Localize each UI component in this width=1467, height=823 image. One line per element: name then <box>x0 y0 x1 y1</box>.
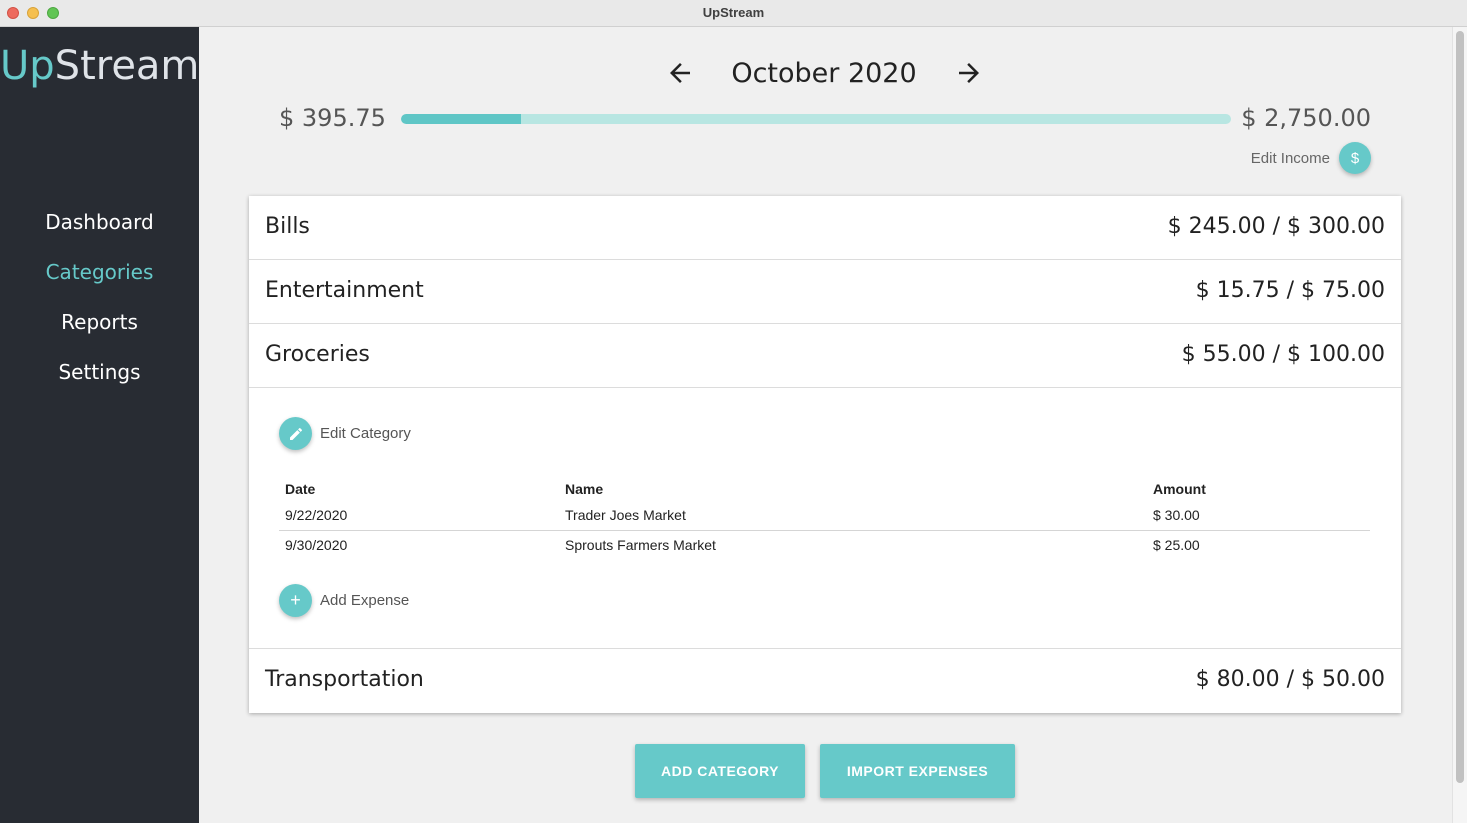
pencil-icon[interactable] <box>279 417 312 450</box>
category-name: Groceries <box>265 342 370 367</box>
sidebar-nav: Dashboard Categories Reports Settings <box>0 207 199 407</box>
bottom-actions: ADD CATEGORY IMPORT EXPENSES <box>635 744 1015 798</box>
expense-table: Date Name Amount 9/22/2020 Trader Joes M… <box>279 477 1370 559</box>
category-amount: $ 245.00 / $ 300.00 <box>1167 214 1385 239</box>
category-row-groceries[interactable]: Groceries $ 55.00 / $ 100.00 <box>249 324 1401 388</box>
table-row[interactable]: 9/30/2020 Sprouts Farmers Market $ 25.00 <box>279 530 1370 559</box>
window-title: UpStream <box>702 5 765 20</box>
groceries-detail-panel: Edit Category Date Name Amount 9/22/2020… <box>249 388 1401 649</box>
expense-name: Sprouts Farmers Market <box>565 536 716 553</box>
logo-prefix: Up <box>0 43 55 89</box>
arrow-left-icon <box>670 63 690 83</box>
plus-icon[interactable]: + <box>279 584 312 617</box>
month-navigator: October 2020 <box>199 52 1452 98</box>
previous-month-button[interactable] <box>665 58 695 88</box>
add-expense-label: Add Expense <box>320 592 410 609</box>
expense-amount: $ 25.00 <box>1153 536 1200 553</box>
next-month-button[interactable] <box>954 58 984 88</box>
budget-progress-fill <box>401 114 521 124</box>
app-logo: UpStream <box>0 43 199 89</box>
category-amount: $ 80.00 / $ 50.00 <box>1195 667 1385 692</box>
column-header-date: Date <box>285 481 316 497</box>
spent-amount: $ 395.75 <box>279 104 386 132</box>
category-amount: $ 55.00 / $ 100.00 <box>1181 342 1385 367</box>
add-expense-button[interactable]: + Add Expense <box>279 584 409 617</box>
month-title: October 2020 <box>731 58 917 89</box>
sidebar-item-settings[interactable]: Settings <box>0 357 199 407</box>
arrow-right-icon <box>959 63 979 83</box>
expense-amount: $ 30.00 <box>1147 501 1370 531</box>
column-header-amount: Amount <box>1153 481 1206 497</box>
category-list: Bills $ 245.00 / $ 300.00 Entertainment … <box>249 196 1401 713</box>
category-amount: $ 15.75 / $ 75.00 <box>1195 278 1385 303</box>
income-amount: $ 2,750.00 <box>1241 104 1371 132</box>
scrollbar-thumb[interactable] <box>1456 31 1464 783</box>
column-header-name: Name <box>565 481 604 497</box>
import-expenses-button[interactable]: IMPORT EXPENSES <box>820 744 1015 798</box>
sidebar-item-reports[interactable]: Reports <box>0 307 199 357</box>
expense-date: 9/22/2020 <box>279 501 559 531</box>
category-name: Transportation <box>265 667 424 692</box>
expense-date: 9/30/2020 <box>285 536 348 553</box>
table-header-row: Date Name Amount <box>279 477 1370 501</box>
category-name: Bills <box>265 214 310 239</box>
add-category-button[interactable]: ADD CATEGORY <box>635 744 805 798</box>
category-name: Entertainment <box>265 278 424 303</box>
sidebar-item-dashboard[interactable]: Dashboard <box>0 207 199 257</box>
budget-progress-bar <box>401 114 1231 124</box>
category-row-bills[interactable]: Bills $ 245.00 / $ 300.00 <box>249 196 1401 260</box>
edit-category-button[interactable]: Edit Category <box>279 417 411 450</box>
logo-suffix: Stream <box>54 43 200 89</box>
table-row[interactable]: 9/22/2020 Trader Joes Market $ 30.00 <box>279 501 1370 531</box>
sidebar: UpStream Dashboard Categories Reports Se… <box>0 27 199 823</box>
category-row-entertainment[interactable]: Entertainment $ 15.75 / $ 75.00 <box>249 260 1401 324</box>
window-titlebar: UpStream <box>0 0 1467 27</box>
category-row-transportation[interactable]: Transportation $ 80.00 / $ 50.00 <box>249 649 1401 713</box>
sidebar-item-categories[interactable]: Categories <box>0 257 199 307</box>
edit-income-button[interactable]: Edit Income $ <box>1251 142 1371 174</box>
dollar-icon[interactable]: $ <box>1339 142 1371 174</box>
edit-income-label: Edit Income <box>1250 149 1330 167</box>
vertical-scrollbar[interactable] <box>1452 27 1467 823</box>
edit-category-label: Edit Category <box>320 425 411 442</box>
expense-name: Trader Joes Market <box>559 501 1147 531</box>
